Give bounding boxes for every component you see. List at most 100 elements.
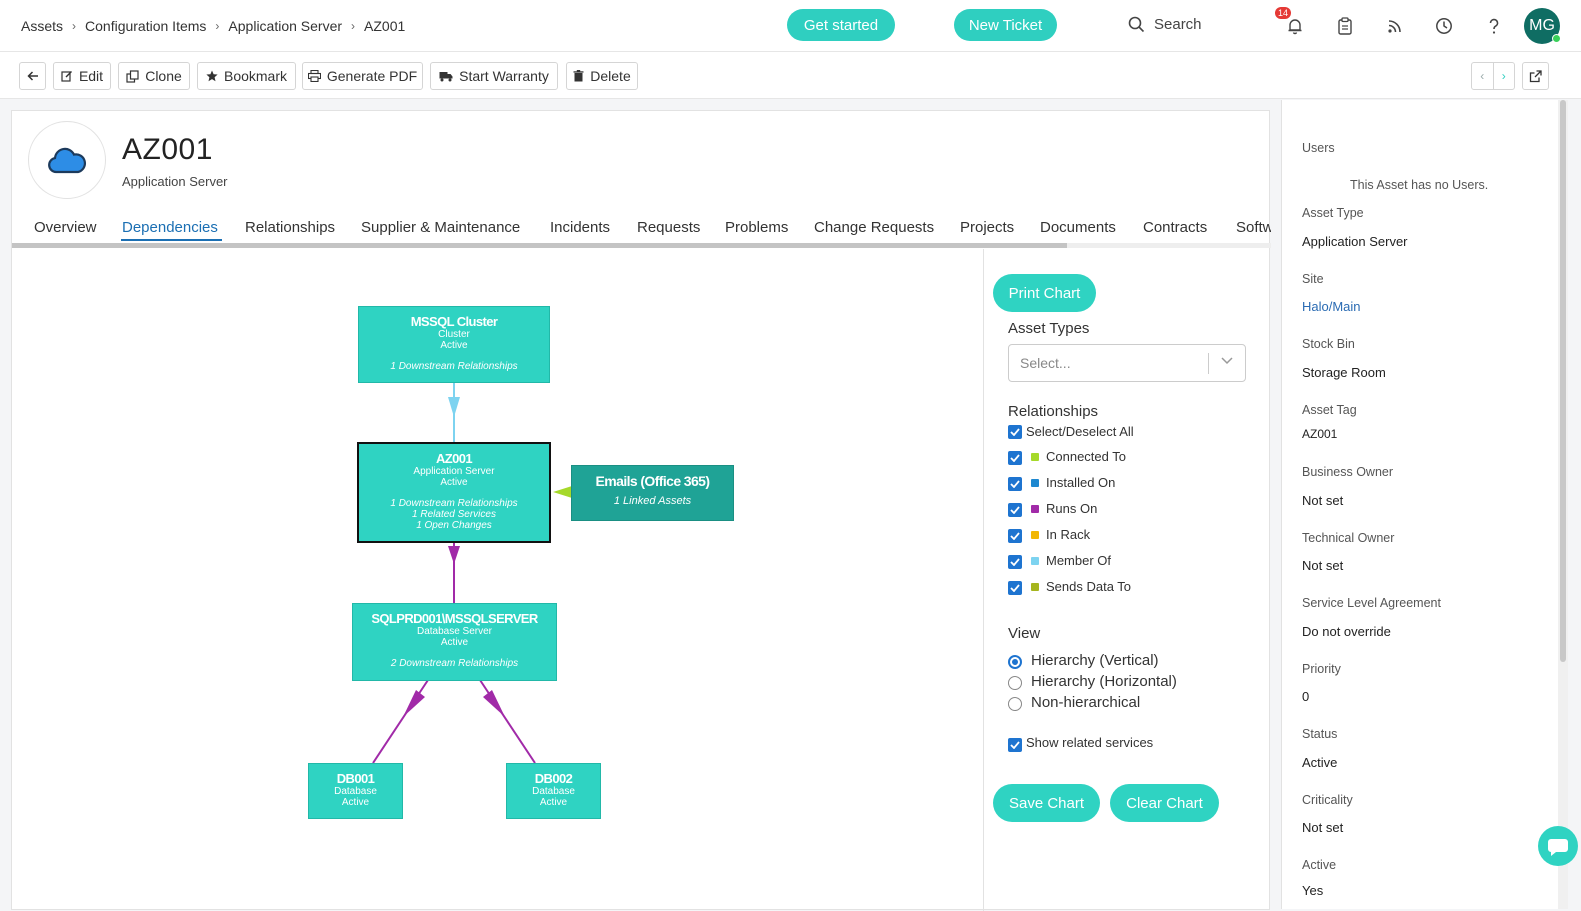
check-icon: [1010, 741, 1020, 749]
top-bar: Assets › Configuration Items › Applicati…: [0, 0, 1581, 52]
clipboard-button[interactable]: [1333, 14, 1357, 38]
chat-icon: [1548, 839, 1568, 856]
installed-on-checkbox[interactable]: [1008, 477, 1022, 491]
user-avatar[interactable]: MG: [1524, 8, 1561, 44]
check-icon: [1010, 558, 1020, 566]
delete-button[interactable]: Delete: [566, 62, 638, 90]
member-of-checkbox[interactable]: [1008, 555, 1022, 569]
search-label: Search: [1154, 16, 1202, 33]
asset-card: AZ001 Application Server Overview Depend…: [11, 110, 1271, 911]
clear-chart-button[interactable]: Clear Chart: [1110, 784, 1219, 822]
chat-widget-button[interactable]: [1538, 826, 1578, 866]
view-non-hierarchical-radio[interactable]: [1008, 697, 1022, 711]
breadcrumb: Assets › Configuration Items › Applicati…: [21, 18, 405, 34]
node-status: Active: [341, 797, 370, 808]
breadcrumb-configuration-items[interactable]: Configuration Items: [85, 18, 206, 34]
breadcrumb-application-server[interactable]: Application Server: [228, 18, 342, 34]
active-label: Active: [1302, 858, 1337, 872]
edit-button[interactable]: Edit: [53, 62, 111, 90]
print-chart-button[interactable]: Print Chart: [993, 274, 1096, 312]
view-horizontal-radio[interactable]: [1008, 676, 1022, 690]
clone-icon: [126, 69, 139, 83]
notifications-button[interactable]: 14: [1275, 7, 1307, 38]
node-info: 1 Open Changes: [416, 520, 492, 531]
tab-dependencies[interactable]: Dependencies: [122, 219, 218, 236]
stock-bin-value: Storage Room: [1302, 365, 1386, 380]
tab-software[interactable]: Softw: [1236, 219, 1271, 236]
chevron-down-icon: [1221, 357, 1233, 365]
breadcrumb-assets[interactable]: Assets: [21, 18, 63, 34]
in-rack-checkbox[interactable]: [1008, 529, 1022, 543]
generate-pdf-button[interactable]: Generate PDF: [302, 62, 423, 90]
select-all-checkbox[interactable]: [1008, 425, 1022, 439]
dependency-graph[interactable]: MSSQL Cluster Cluster Active 1 Downstrea…: [12, 249, 983, 911]
sends-data-to-checkbox[interactable]: [1008, 581, 1022, 595]
connected-to-checkbox[interactable]: [1008, 451, 1022, 465]
edge-az001-sqlprd: [448, 542, 460, 603]
clipboard-icon: [1338, 17, 1352, 35]
tab-incidents[interactable]: Incidents: [550, 219, 610, 236]
bookmark-button[interactable]: Bookmark: [197, 62, 296, 90]
node-db001[interactable]: DB001 Database Active: [308, 763, 403, 819]
users-label: Users: [1302, 141, 1335, 155]
search-button[interactable]: Search: [1128, 16, 1202, 33]
tabs-scrollbar[interactable]: [12, 243, 1067, 248]
node-status: Active: [539, 797, 568, 808]
show-related-services-checkbox[interactable]: [1008, 738, 1022, 752]
site-link[interactable]: Halo/Main: [1302, 299, 1361, 314]
help-button[interactable]: [1482, 14, 1506, 38]
bell-icon: [1288, 19, 1302, 35]
stock-bin-label: Stock Bin: [1302, 337, 1355, 351]
installed-on-swatch: [1031, 479, 1039, 487]
view-vertical-radio[interactable]: [1008, 655, 1022, 669]
help-icon: [1489, 18, 1499, 34]
business-owner-value: Not set: [1302, 493, 1344, 508]
tab-supplier-maintenance[interactable]: Supplier & Maintenance: [361, 219, 520, 236]
tab-projects[interactable]: Projects: [960, 219, 1014, 236]
history-button[interactable]: [1432, 14, 1456, 38]
chart-controls: Print Chart Asset Types Select... Relati…: [984, 249, 1270, 911]
in-rack-label: In Rack: [1046, 527, 1091, 542]
back-button[interactable]: [19, 62, 46, 90]
sla-value: Do not override: [1302, 624, 1391, 639]
get-started-button[interactable]: Get started: [787, 9, 895, 41]
save-chart-button[interactable]: Save Chart: [993, 784, 1100, 822]
node-mssql-cluster[interactable]: MSSQL Cluster Cluster Active 1 Downstrea…: [358, 306, 550, 383]
chevron-right-icon: ›: [215, 19, 220, 33]
check-icon: [1010, 584, 1020, 592]
tab-documents[interactable]: Documents: [1040, 219, 1116, 236]
runs-on-checkbox[interactable]: [1008, 503, 1022, 517]
new-ticket-button[interactable]: New Ticket: [954, 9, 1057, 41]
open-external-button[interactable]: [1522, 62, 1549, 90]
node-info: 1 Related Services: [412, 509, 496, 520]
tab-contracts[interactable]: Contracts: [1143, 219, 1207, 236]
clone-button[interactable]: Clone: [118, 62, 190, 90]
tab-requests[interactable]: Requests: [637, 219, 700, 236]
online-status-icon: [1552, 34, 1561, 43]
node-title: AZ001: [435, 451, 473, 466]
in-rack-swatch: [1031, 531, 1039, 539]
asset-details-sidebar: Users This Asset has no Users. Asset Typ…: [1281, 100, 1558, 909]
star-icon: [206, 70, 218, 82]
sidebar-scrollbar[interactable]: [1558, 100, 1568, 909]
tab-change-requests[interactable]: Change Requests: [814, 219, 934, 236]
node-sqlprd001[interactable]: SQLPRD001\MSSQLSERVER Database Server Ac…: [352, 603, 557, 681]
generate-pdf-label: Generate PDF: [326, 68, 418, 84]
chevron-right-icon: ›: [72, 19, 77, 33]
scrollbar-thumb[interactable]: [1560, 100, 1566, 662]
tab-overview[interactable]: Overview: [34, 219, 97, 236]
tab-relationships[interactable]: Relationships: [245, 219, 335, 236]
next-record-button[interactable]: ›: [1492, 63, 1515, 89]
node-emails-office365[interactable]: Emails (Office 365) 1 Linked Assets: [571, 465, 734, 521]
asset-type-label: Asset Type: [1302, 206, 1364, 220]
asset-tag-value: AZ001: [1302, 427, 1338, 441]
node-type: Database: [334, 786, 377, 797]
node-az001[interactable]: AZ001 Application Server Active 1 Downst…: [357, 442, 551, 543]
previous-record-button[interactable]: ‹: [1472, 63, 1493, 89]
tab-problems[interactable]: Problems: [725, 219, 788, 236]
check-icon: [1010, 480, 1020, 488]
asset-types-select[interactable]: Select...: [1008, 344, 1246, 382]
node-db002[interactable]: DB002 Database Active: [506, 763, 601, 819]
feed-button[interactable]: [1383, 14, 1407, 38]
start-warranty-button[interactable]: Start Warranty: [430, 62, 558, 90]
